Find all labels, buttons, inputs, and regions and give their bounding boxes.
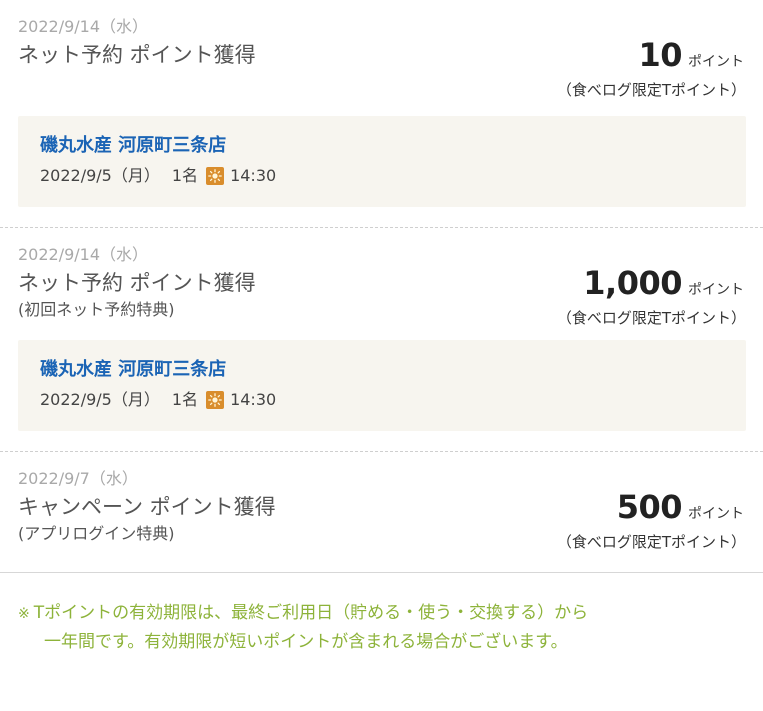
entry-title: ネット予約 ポイント獲得: [18, 43, 256, 67]
entry-row: ネット予約 ポイント獲得 (初回ネット予約特典) 1,000 ポイント （食べログ…: [18, 265, 746, 328]
points-type: （食べログ限定Tポイント）: [556, 81, 746, 99]
entry-left: キャンペーン ポイント獲得 (アプリログイン特典): [18, 489, 516, 545]
points-type: （食べログ限定Tポイント）: [556, 309, 746, 327]
reservation-people: 1名: [171, 390, 199, 409]
entry-title: キャンペーン ポイント獲得: [18, 495, 276, 519]
entry-date: 2022/9/14（水）: [18, 245, 149, 264]
expiry-note-line2: 一年間です。有効期限が短いポイントが含まれる場合がございます。: [44, 632, 568, 652]
points-line: 500 ポイント: [516, 489, 746, 532]
points-type: （食べログ限定Tポイント）: [556, 533, 746, 551]
restaurant-name-link[interactable]: 磯丸水産 河原町三条店: [40, 134, 724, 158]
points-block: 500 ポイント （食べログ限定Tポイント）: [516, 489, 746, 552]
restaurant-card[interactable]: 磯丸水産 河原町三条店 2022/9/5（月） 1名 14:30: [18, 116, 746, 207]
entry-left: ネット予約 ポイント獲得 (初回ネット予約特典): [18, 265, 516, 321]
points-value: 500: [616, 488, 683, 526]
reservation-info: 2022/9/5（月） 1名 14:30: [40, 389, 724, 411]
points-unit: ポイント: [688, 54, 744, 70]
sun-icon: [206, 391, 225, 409]
restaurant-card[interactable]: 磯丸水産 河原町三条店 2022/9/5（月） 1名 14:30: [18, 340, 746, 431]
reservation-people: 1名: [171, 166, 199, 185]
expiry-note: ※ Tポイントの有効期限は、最終ご利用日（貯める・使う・交換する）から 一年間です…: [0, 599, 763, 656]
note-mark: ※: [18, 606, 30, 622]
expiry-note-line1: ※ Tポイントの有効期限は、最終ご利用日（貯める・使う・交換する）から: [18, 603, 589, 623]
points-unit: ポイント: [688, 506, 744, 522]
points-line: 10 ポイント: [516, 37, 746, 80]
point-history-entry: 2022/9/7（水） キャンペーン ポイント獲得 (アプリログイン特典) 50…: [0, 452, 763, 572]
restaurant-name-link[interactable]: 磯丸水産 河原町三条店: [40, 358, 724, 382]
entry-row: ネット予約 ポイント獲得 10 ポイント （食べログ限定Tポイント）: [18, 37, 746, 100]
section-divider: [0, 572, 763, 573]
reservation-time: 14:30: [230, 166, 277, 185]
point-history-entry: 2022/9/14（水） ネット予約 ポイント獲得 10 ポイント （食べログ限定…: [0, 0, 763, 227]
points-value: 1,000: [583, 264, 682, 302]
entry-left: ネット予約 ポイント獲得: [18, 37, 516, 69]
reservation-date: 2022/9/5（月）: [40, 166, 160, 185]
point-history-entry: 2022/9/14（水） ネット予約 ポイント獲得 (初回ネット予約特典) 1,…: [0, 228, 763, 451]
entry-row: キャンペーン ポイント獲得 (アプリログイン特典) 500 ポイント （食べログ限…: [18, 489, 746, 552]
points-value: 10: [638, 36, 682, 74]
entry-title: ネット予約 ポイント獲得: [18, 271, 256, 295]
points-line: 1,000 ポイント: [516, 265, 746, 308]
points-unit: ポイント: [688, 282, 744, 298]
entry-subtitle: (初回ネット予約特典): [18, 300, 175, 319]
entry-date: 2022/9/7（水）: [18, 469, 138, 488]
entry-subtitle: (アプリログイン特典): [18, 524, 175, 543]
points-block: 10 ポイント （食べログ限定Tポイント）: [516, 37, 746, 100]
sun-icon: [206, 167, 225, 185]
points-block: 1,000 ポイント （食べログ限定Tポイント）: [516, 265, 746, 328]
entry-date: 2022/9/14（水）: [18, 17, 149, 36]
reservation-info: 2022/9/5（月） 1名 14:30: [40, 165, 724, 187]
reservation-time: 14:30: [230, 390, 277, 409]
reservation-date: 2022/9/5（月）: [40, 390, 160, 409]
